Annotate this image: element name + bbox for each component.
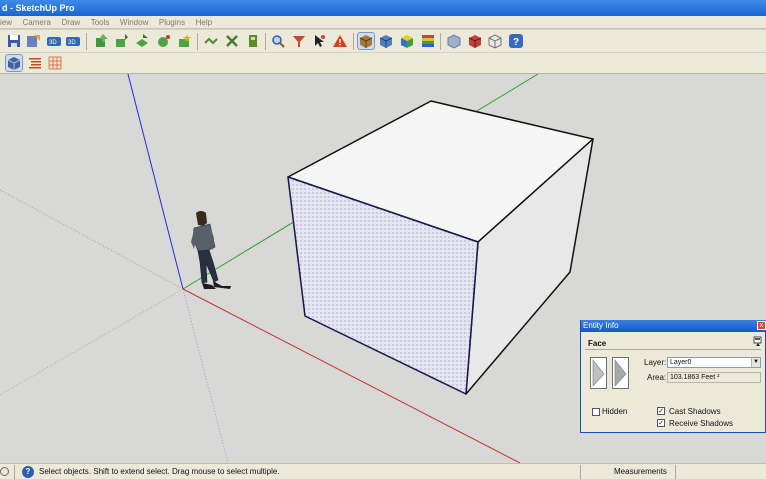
x-axis-negative — [0, 189, 184, 290]
status-bar: ? Select objects. Shift to extend select… — [0, 463, 766, 479]
textured-box-icon[interactable] — [378, 33, 394, 49]
colored-box-icon[interactable] — [399, 33, 415, 49]
toolbar-separator — [265, 33, 266, 50]
save-model-icon[interactable] — [25, 33, 41, 49]
entity-info-title-bar[interactable]: Entity Info x — [581, 320, 766, 332]
menu-help[interactable]: Help — [192, 16, 216, 29]
mirror-icon[interactable] — [224, 33, 240, 49]
menu-bar: iew Camera Draw Tools Window Plugins Hel… — [0, 16, 766, 29]
add-location-icon[interactable] — [177, 33, 193, 49]
y-axis-negative — [0, 288, 184, 396]
component-cube-icon[interactable] — [5, 54, 23, 72]
toolbar-separator — [86, 33, 87, 50]
close-icon[interactable]: x — [757, 321, 766, 330]
area-label: Area: — [647, 373, 667, 382]
svg-text:?: ? — [513, 37, 519, 48]
main-toolbar: 3D 3D ? — [0, 30, 766, 53]
z-axis-negative — [182, 288, 229, 463]
status-message: Select objects. Shift to extend select. … — [39, 467, 280, 476]
upload-3dw-icon[interactable]: 3D — [46, 33, 62, 49]
back-material-swatch[interactable] — [612, 357, 629, 389]
component-box-icon[interactable] — [446, 33, 462, 49]
get-photo-texture-icon[interactable] — [156, 33, 172, 49]
measurements-input[interactable] — [675, 465, 766, 479]
toolbar-separator — [440, 33, 441, 50]
geo-location-indicator-icon[interactable] — [0, 467, 9, 476]
shaded-box-icon[interactable] — [357, 32, 375, 50]
red-box-icon[interactable] — [467, 33, 483, 49]
secondary-toolbar — [0, 53, 766, 74]
menu-camera[interactable]: Camera — [19, 16, 55, 29]
toolbar-separator — [353, 33, 354, 50]
dialog-side-controls — [753, 336, 766, 352]
divider — [14, 465, 15, 479]
window-title-bar: d - SketchUp Pro — [0, 0, 766, 16]
window-title: d - SketchUp Pro — [2, 3, 75, 13]
rainbow-icon[interactable] — [420, 33, 436, 49]
svg-text:3D: 3D — [68, 40, 76, 46]
save-icon[interactable] — [6, 33, 22, 49]
cast-shadows-label: Cast Shadows — [669, 407, 721, 416]
help-icon[interactable]: ? — [508, 33, 524, 49]
toolbar-separator — [197, 33, 198, 50]
hidden-label: Hidden — [602, 407, 628, 416]
minimize-icon[interactable] — [753, 336, 762, 344]
menu-window[interactable]: Window — [116, 16, 152, 29]
outliner-list-icon[interactable] — [27, 55, 43, 71]
cast-shadows-checkbox[interactable]: ✓ — [657, 407, 665, 415]
chevron-down-icon[interactable]: ▼ — [751, 358, 760, 367]
toggle-terrain-icon[interactable] — [203, 33, 219, 49]
measurements-label: Measurements — [614, 467, 667, 476]
entity-info-title: Entity Info — [583, 321, 619, 330]
collapse-arrow-icon[interactable] — [756, 343, 760, 346]
area-field: 103.1863 Feet ² — [667, 372, 761, 383]
export-3dw-icon[interactable]: 3D — [65, 33, 81, 49]
receive-shadows-label: Receive Shadows — [669, 419, 734, 428]
divider — [580, 465, 581, 479]
front-material-swatch[interactable] — [590, 357, 607, 389]
select-arrow-icon[interactable] — [311, 33, 327, 49]
z-axis — [127, 74, 184, 290]
entity-type-label: Face — [588, 339, 607, 348]
zoom-magnifier-icon[interactable] — [270, 33, 286, 49]
receive-shadows-checkbox[interactable]: ✓ — [657, 419, 665, 427]
area-value: 103.1863 Feet ² — [670, 374, 720, 381]
svg-text:3D: 3D — [49, 40, 57, 46]
spreadsheet-icon[interactable] — [47, 55, 63, 71]
get-models-icon[interactable] — [93, 33, 109, 49]
weld-icon[interactable] — [245, 33, 261, 49]
layer-label: Layer: — [644, 358, 667, 367]
share-component-icon[interactable] — [134, 33, 150, 49]
outline-box-icon[interactable] — [487, 33, 503, 49]
divider — [585, 349, 761, 350]
help-icon[interactable]: ? — [22, 466, 34, 478]
menu-plugins[interactable]: Plugins — [155, 16, 189, 29]
funnel-filter-icon[interactable] — [291, 33, 307, 49]
menu-view[interactable]: iew — [0, 16, 16, 29]
share-model-icon[interactable] — [114, 33, 130, 49]
menu-draw[interactable]: Draw — [58, 16, 85, 29]
layer-dropdown[interactable]: Layer0 ▼ — [667, 357, 761, 368]
hidden-checkbox[interactable] — [592, 408, 600, 416]
menu-tools[interactable]: Tools — [87, 16, 114, 29]
layer-value: Layer0 — [670, 359, 692, 366]
entity-info-dialog: Entity Info x Face Layer: Layer0 ▼ Area:… — [580, 320, 766, 433]
person-figure[interactable] — [191, 211, 231, 289]
warning-icon[interactable] — [332, 33, 348, 49]
